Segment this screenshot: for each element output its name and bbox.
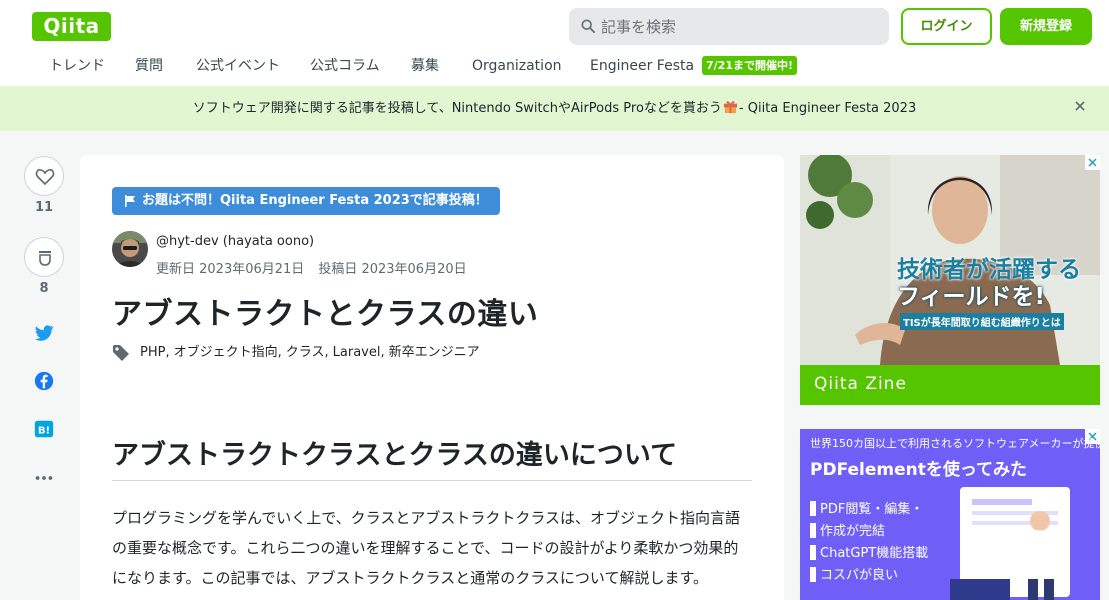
twitter-icon[interactable] <box>33 322 55 344</box>
tag-class[interactable]: クラス <box>286 345 325 360</box>
event-theme-text: お題は不問！Qiita Engineer Festa 2023で記事投稿！ <box>142 193 488 208</box>
ad-tagline: 世界150カ国以上で利用されるソフトウェアメーカーが提供 <box>810 437 1100 450</box>
ad-feature-item: コスパが良い <box>810 567 928 584</box>
promo-text-event: - Qiita Engineer Festa 2023 <box>738 101 917 116</box>
tag-separator: , <box>277 345 282 360</box>
stock-button[interactable] <box>24 237 64 277</box>
qiita-zine-logo: Qiita Zine <box>814 374 907 394</box>
author-name[interactable]: @hyt-dev (hayata oono) <box>156 234 314 249</box>
ad-feature-text: コスパが良い <box>820 568 899 583</box>
tag-new-grad-engineer[interactable]: 新卒エンジニア <box>389 345 480 360</box>
qiita-zine-ad[interactable]: 技術者が活躍する フィールドを! TISが長年間取り組む組織作りとは Qiita… <box>800 155 1100 405</box>
nav-engineer-festa[interactable]: Engineer Festa <box>590 57 694 75</box>
ad-feature-list: PDF閲覧・編集・ 作成が完結 ChatGPT機能搭載 コスパが良い <box>810 501 928 589</box>
search-icon <box>581 19 595 33</box>
updated-date: 更新日 2023年06月21日 <box>156 262 305 277</box>
nav-recruit[interactable]: 募集 <box>411 57 439 75</box>
ad-feature-text: 作成が完結 <box>820 524 886 539</box>
close-icon[interactable] <box>1073 99 1087 113</box>
ad-headline: 技術者が活躍する フィールドを! <box>897 257 1081 311</box>
signup-button[interactable]: 新規登録 <box>1000 8 1092 45</box>
ad-subtitle: TISが長年間取り組む組織作りとは <box>900 313 1064 330</box>
ad-feature-item: 作成が完結 <box>810 523 928 540</box>
login-button[interactable]: ログイン <box>901 8 992 45</box>
flag-icon <box>125 195 135 207</box>
ad-headline-line1: 技術者が活躍する <box>897 257 1081 283</box>
nav-organization[interactable]: Organization <box>472 57 562 75</box>
article-title: アブストラクトとクラスの違い <box>112 297 539 332</box>
author-avatar[interactable] <box>112 231 148 267</box>
heart-icon <box>35 169 55 186</box>
like-count: 11 <box>34 200 54 215</box>
article-body: プログラミングを学んでいく上で、クラスとアブストラクトクラスは、オブジェクト指向… <box>112 509 741 587</box>
search-box[interactable] <box>569 8 889 45</box>
section-heading: アブストラクトクラスとクラスの違いについて <box>112 433 752 481</box>
search-input[interactable] <box>601 8 881 45</box>
tag-oop[interactable]: オブジェクト指向 <box>174 345 278 360</box>
tag-laravel[interactable]: Laravel <box>333 345 381 360</box>
like-button[interactable] <box>24 156 64 196</box>
tag-separator: , <box>380 345 385 360</box>
nav-official-columns[interactable]: 公式コラム <box>310 57 380 75</box>
tag-icon <box>113 345 129 361</box>
tag-separator: , <box>324 345 329 360</box>
hatena-bookmark-icon[interactable]: B! <box>33 418 55 440</box>
tag-php[interactable]: PHP <box>140 345 165 360</box>
ad-headline: PDFelementを使ってみた <box>810 460 1028 480</box>
more-options-icon[interactable] <box>33 467 55 489</box>
ad-close-icon[interactable] <box>1085 155 1100 170</box>
nav-questions[interactable]: 質問 <box>135 57 163 75</box>
promo-banner[interactable]: ソフトウェア開発に関する記事を投稿して、Nintendo SwitchやAirP… <box>0 86 1109 131</box>
ad-feature-item: ChatGPT機能搭載 <box>810 545 928 562</box>
event-theme-badge[interactable]: お題は不問！Qiita Engineer Festa 2023で記事投稿！ <box>112 187 500 215</box>
pdfelement-ad[interactable]: 世界150カ国以上で利用されるソフトウェアメーカーが提供 PDFelementを… <box>800 429 1100 600</box>
festa-period-badge: 7/21まで開催中! <box>702 56 797 75</box>
promo-text-main: ソフトウェア開発に関する記事を投稿して、Nintendo SwitchやAirP… <box>192 101 722 116</box>
tag-separator: , <box>165 345 170 360</box>
nav-trend[interactable]: トレンド <box>49 57 105 75</box>
ad-feature-text: ChatGPT機能搭載 <box>820 546 929 561</box>
ad-footer: Qiita Zine <box>800 365 1100 405</box>
stock-icon <box>39 251 51 266</box>
gift-icon <box>723 101 737 114</box>
qiita-logo[interactable]: Qiita <box>32 12 111 41</box>
site-header: Qiita ログイン 新規登録 トレンド 質問 公式イベント 公式コラム 募集 … <box>0 0 1109 86</box>
article-dates: 更新日 2023年06月21日 投稿日 2023年06月20日 <box>156 258 467 277</box>
promo-banner-text: ソフトウェア開発に関する記事を投稿して、Nintendo SwitchやAirP… <box>0 86 1109 131</box>
facebook-icon[interactable] <box>33 370 55 392</box>
ad-headline-line2: フィールドを! <box>897 284 1046 310</box>
posted-date: 投稿日 2023年06月20日 <box>318 262 467 277</box>
stock-count: 8 <box>39 281 49 296</box>
ad-feature-item: PDF閲覧・編集・ <box>810 501 928 518</box>
ad-feature-text: PDF閲覧・編集・ <box>820 502 924 517</box>
svg-text:B!: B! <box>38 426 50 437</box>
nav-official-events[interactable]: 公式イベント <box>196 57 280 75</box>
